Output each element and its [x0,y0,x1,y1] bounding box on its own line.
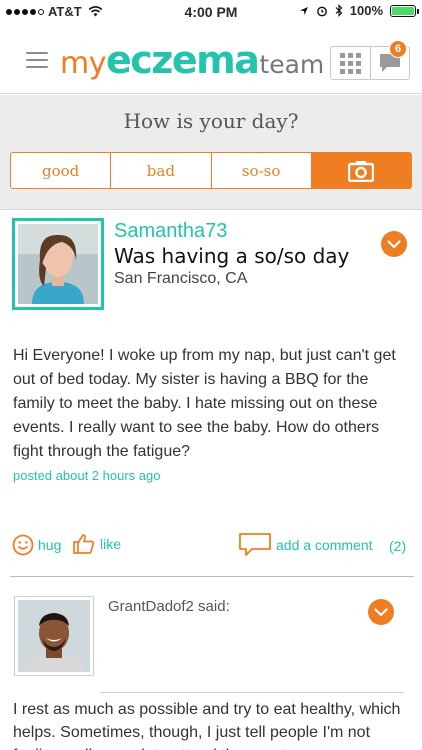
hug-label: hug [38,537,62,553]
mood-option-bad[interactable]: bad [111,153,212,188]
post-actions: hug like add a comment (2) [0,530,422,560]
mood-segmented-control: good bad so-so [10,152,412,189]
camera-button[interactable] [311,153,411,188]
user-avatar[interactable] [12,218,104,310]
reply-author-avatar[interactable] [14,596,94,676]
mood-option-good[interactable]: good [11,153,112,188]
notification-badge: 6 [389,40,407,58]
reply-divider [100,692,404,693]
chevron-down-icon [387,240,401,249]
logo-prefix: my [60,46,106,81]
alarm-icon [316,6,327,16]
status-bar: AT&T 4:00 PM 100% [0,0,422,24]
post-mood-text: Was having a so/so day [114,244,350,268]
day-check-panel: How is your day? good bad so-so [0,95,422,210]
status-right: 100% [299,3,419,18]
post-location: San Francisco, CA [114,270,248,287]
messages-button[interactable]: 6 [371,40,410,79]
header-button-group: 6 [330,40,410,80]
like-label: like [100,536,122,552]
smiley-icon [12,534,34,556]
app-header: my eczema team 6 [0,24,422,94]
post-timestamp: posted about 2 hours ago [13,468,161,483]
app-logo[interactable]: my eczema team [60,38,324,82]
logo-brand: eczema [105,38,260,82]
post-divider [10,576,414,577]
day-question: How is your day? [123,109,299,133]
menu-icon[interactable] [26,52,48,68]
post-options-button[interactable] [381,231,407,257]
battery-percent: 100% [349,3,383,18]
mood-option-so-so[interactable]: so-so [212,153,312,188]
comment-bubble-icon [239,533,271,556]
camera-icon [348,160,375,182]
comment-count[interactable]: (2) [389,538,406,554]
apps-button[interactable] [331,47,371,79]
reply-body: I rest as much as possible and try to ea… [13,701,401,750]
hug-button[interactable]: hug [12,534,61,556]
thumbs-up-icon [73,534,95,554]
avatar-photo [18,600,90,672]
logo-suffix: team [259,50,325,79]
post-username[interactable]: Samantha73 [114,220,227,243]
add-comment-label: add a comment [276,537,373,553]
location-arrow-icon [299,6,308,15]
reply-author-said: GrantDadof2 said: [108,598,230,615]
chevron-down-icon [374,608,388,617]
reply-options-button[interactable] [368,599,394,625]
like-button[interactable]: like [72,532,121,556]
grid-icon [339,52,361,74]
add-comment-button[interactable]: add a comment [238,532,373,558]
bluetooth-icon [335,4,343,17]
battery-icon [390,4,419,17]
avatar-photo [18,224,98,304]
post-body: Hi Everyone! I woke up from my nap, but … [13,347,396,460]
